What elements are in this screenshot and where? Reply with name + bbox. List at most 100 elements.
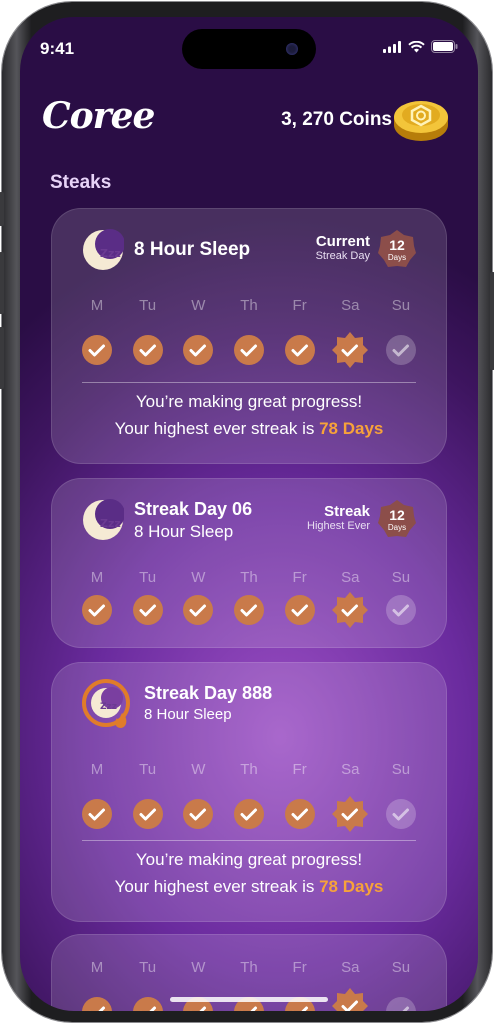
action-button [0, 192, 4, 226]
battery-icon [431, 40, 458, 53]
day-label: W [191, 569, 206, 586]
check-circle-icon [132, 799, 163, 829]
day-monday[interactable]: M [77, 959, 117, 1011]
coin-icon[interactable] [392, 93, 450, 145]
day-label: Sa [341, 959, 360, 976]
badge-label: Days [387, 523, 407, 532]
day-thursday[interactable]: Th [229, 959, 269, 1011]
check-circle-icon [233, 799, 264, 829]
day-saturday[interactable]: Sa [330, 569, 370, 629]
day-label: Tu [139, 297, 157, 314]
day-label: Th [240, 761, 258, 778]
check-circle-icon [132, 997, 163, 1011]
day-tuesday[interactable]: Tu [128, 761, 168, 833]
highest-streak-value: 78 Days [319, 877, 384, 896]
day-label: Sa [341, 569, 360, 586]
day-tuesday[interactable]: Tu [128, 297, 168, 369]
day-label: Su [391, 959, 411, 976]
day-label: Sa [341, 297, 360, 314]
volume-up-button [0, 252, 4, 314]
day-wednesday[interactable]: W [178, 761, 218, 833]
svg-text:Zzz: Zzz [100, 702, 117, 712]
day-wednesday[interactable]: W [178, 959, 218, 1011]
card-title-block: Streak Day 06 8 Hour Sleep [134, 499, 252, 542]
day-sunday[interactable]: Su [381, 569, 421, 629]
app-screen: 9:41 Coree 3, 270 Coins Steaks Zzz 8 Hou… [20, 17, 478, 1011]
highest-streak-value: 78 Days [319, 419, 384, 438]
day-label: Tu [139, 569, 157, 586]
day-thursday[interactable]: Th [229, 761, 269, 833]
check-circle-icon [183, 799, 214, 829]
day-tuesday[interactable]: Tu [128, 569, 168, 629]
check-circle-empty-icon [385, 335, 416, 365]
day-label: W [191, 959, 206, 976]
meta-title: Streak [324, 503, 370, 520]
day-saturday[interactable]: Sa [330, 297, 370, 369]
day-monday[interactable]: M [77, 761, 117, 833]
day-friday[interactable]: Fr [280, 761, 320, 833]
day-label: Su [391, 761, 411, 778]
meta-subtitle: Highest Ever [307, 520, 370, 532]
day-sunday[interactable]: Su [381, 297, 421, 369]
day-wednesday[interactable]: W [178, 569, 218, 629]
card-divider [82, 840, 416, 841]
day-label: Fr [292, 959, 307, 976]
day-friday[interactable]: Fr [280, 569, 320, 629]
day-label: Th [240, 569, 258, 586]
streak-badge: 12 Days [378, 499, 416, 539]
check-circle-icon [183, 595, 214, 625]
check-circle-icon [132, 595, 163, 625]
card-header: Zzz Streak Day 888 8 Hour Sleep [82, 679, 416, 728]
card-subtitle: 8 Hour Sleep [144, 706, 232, 723]
progress-message: You’re making great progress! Your highe… [52, 388, 446, 442]
day-friday[interactable]: Fr [280, 959, 320, 1011]
weekday-row: M Tu W Th Fr Sa Su [77, 569, 421, 629]
day-monday[interactable]: M [77, 297, 117, 369]
check-circle-empty-icon [385, 799, 416, 829]
day-label: Th [240, 297, 258, 314]
day-wednesday[interactable]: W [178, 297, 218, 369]
check-circle-icon [284, 799, 315, 829]
day-monday[interactable]: M [77, 569, 117, 629]
coin-balance[interactable]: 3, 270 Coins [281, 109, 392, 131]
streak-meta: Current Streak Day [316, 233, 370, 262]
day-thursday[interactable]: Th [229, 569, 269, 629]
check-circle-icon [284, 335, 315, 365]
card-header: Zzz 8 Hour Sleep Current Streak Day 12 D… [82, 229, 416, 273]
card-divider [82, 382, 416, 383]
app-header: Coree 3, 270 Coins [20, 87, 478, 147]
day-friday[interactable]: Fr [280, 297, 320, 369]
message-line-1: You’re making great progress! [135, 392, 363, 411]
day-tuesday[interactable]: Tu [128, 959, 168, 1011]
message-line-2: Your highest ever streak is 78 Days [52, 873, 446, 900]
day-thursday[interactable]: Th [229, 297, 269, 369]
check-circle-icon [82, 997, 112, 1011]
section-title: Steaks [50, 172, 112, 193]
day-sunday[interactable]: Su [381, 761, 421, 833]
badge-number: 12 [389, 507, 405, 523]
message-prefix: Your highest ever streak is [114, 877, 315, 896]
day-label: M [90, 959, 104, 976]
app-logo: Coree [42, 95, 155, 137]
weekday-row: M Tu W Th Fr Sa Su [77, 959, 421, 1011]
check-circle-icon [82, 335, 112, 365]
streak-card-888[interactable]: Zzz Streak Day 888 8 Hour Sleep M Tu W T… [51, 662, 447, 922]
day-label: M [90, 761, 104, 778]
check-circle-icon [82, 595, 112, 625]
day-saturday[interactable]: Sa [330, 959, 370, 1011]
day-sunday[interactable]: Su [381, 959, 421, 1011]
card-title: 8 Hour Sleep [134, 239, 251, 260]
streak-card-current[interactable]: Zzz 8 Hour Sleep Current Streak Day 12 D… [51, 208, 447, 464]
weekday-row: M Tu W Th Fr Sa Su [77, 761, 421, 833]
card-title: Streak Day 888 [144, 683, 273, 703]
message-prefix: Your highest ever streak is [114, 419, 315, 438]
streak-card-highest[interactable]: Zzz Streak Day 06 8 Hour Sleep Streak Hi… [51, 478, 447, 648]
check-star-icon [332, 592, 369, 628]
day-saturday[interactable]: Sa [330, 761, 370, 833]
status-icons [383, 40, 458, 53]
progress-message: You’re making great progress! Your highe… [52, 846, 446, 900]
day-label: Fr [292, 297, 307, 314]
check-circle-icon [233, 335, 264, 365]
day-label: W [191, 297, 206, 314]
home-indicator[interactable] [170, 997, 328, 1002]
